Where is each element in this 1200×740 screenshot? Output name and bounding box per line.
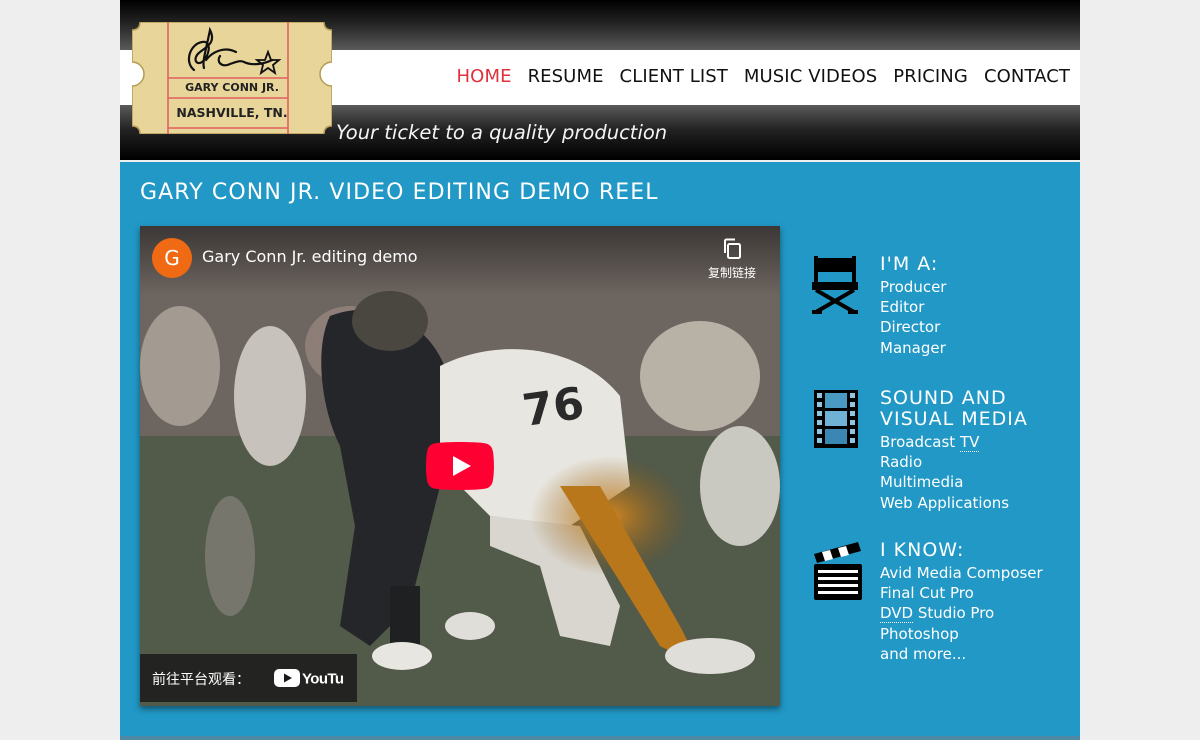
copy-link-label: 复制链接 [707, 266, 756, 280]
roles-heading: I'M A: [880, 253, 939, 275]
footer-divider [120, 736, 1080, 740]
list-item: Final Cut Pro [880, 584, 974, 603]
clapperboard-icon [814, 542, 862, 600]
list-item: Multimedia [880, 473, 964, 492]
director-chair-icon [812, 256, 858, 314]
film-strip-icon [814, 390, 858, 448]
media-heading-line1: SOUND AND [880, 387, 1007, 409]
site-container: GARY CONN JR. NASHVILLE, TN. HOME RESUME… [120, 0, 1080, 740]
list-item-text: Studio Pro [917, 604, 995, 623]
logo-city: NASHVILLE, TN. [176, 105, 288, 120]
copy-icon [724, 238, 741, 259]
list-item: Director [880, 318, 941, 337]
nav-contact[interactable]: CONTACT [984, 66, 1070, 87]
list-item: Producer [880, 278, 947, 296]
channel-avatar[interactable]: G [152, 238, 192, 278]
copy-link-button[interactable]: 复制链接 [696, 238, 768, 288]
youtube-logo-text: YouTube [302, 671, 344, 688]
skills-list: Avid Media Composer Final Cut Pro DVD St… [880, 563, 1070, 664]
list-item: Editor [880, 298, 925, 317]
play-button[interactable] [426, 442, 494, 490]
list-item: Photoshop [880, 624, 959, 643]
nav-home[interactable]: HOME [457, 66, 512, 87]
media-heading-line2: VISUAL MEDIA [880, 408, 1028, 430]
abbr-dvd: DVD [880, 604, 914, 624]
logo-name: GARY CONN JR. [185, 81, 279, 94]
list-item: Manager [880, 338, 946, 357]
list-item: and more... [880, 644, 967, 663]
nav-resume[interactable]: RESUME [528, 66, 604, 87]
youtube-logo-icon: YouTube [274, 669, 344, 688]
list-item: Avid Media Composer [880, 564, 1043, 582]
media-heading: SOUND AND VISUAL MEDIA [880, 388, 1070, 430]
skills-heading: I KNOW: [880, 539, 965, 561]
video-player[interactable]: 76 G Gary Conn Jr. editing demo 复制链接 前往平… [140, 226, 780, 706]
main-nav: HOME RESUME CLIENT LIST MUSIC VIDEOS PRI… [441, 66, 1070, 87]
nav-client-list[interactable]: CLIENT LIST [620, 66, 728, 87]
list-item: Web Applications [880, 493, 1010, 512]
nav-music-videos[interactable]: MUSIC VIDEOS [744, 66, 877, 87]
abbr-tv: TV [959, 433, 980, 452]
watch-on-youtube-bar[interactable]: 前往平台观看： YouTube [140, 654, 357, 702]
tagline: Your ticket to a quality production [336, 121, 668, 144]
video-title[interactable]: Gary Conn Jr. editing demo [202, 247, 418, 266]
list-item-text: Broadcast [880, 433, 956, 451]
list-item: Broadcast TV [880, 432, 1070, 452]
site-header: GARY CONN JR. NASHVILLE, TN. HOME RESUME… [120, 0, 1080, 160]
list-item: DVD Studio Pro [880, 603, 1070, 624]
page-title: GARY CONN JR. VIDEO EDITING DEMO REEL [140, 180, 659, 205]
nav-pricing[interactable]: PRICING [893, 66, 968, 87]
ticket-logo[interactable]: GARY CONN JR. NASHVILLE, TN. [131, 21, 333, 135]
main-content: GARY CONN JR. VIDEO EDITING DEMO REEL 76… [120, 162, 1080, 736]
play-icon [426, 442, 494, 490]
media-list: Broadcast TV Radio Multimedia Web Applic… [880, 432, 1070, 513]
list-item: Radio [880, 453, 923, 472]
watch-on-label: 前往平台观看： [152, 672, 250, 688]
jersey-number: 76 [519, 378, 587, 437]
roles-list: Producer Editor Director Manager [880, 277, 1070, 358]
